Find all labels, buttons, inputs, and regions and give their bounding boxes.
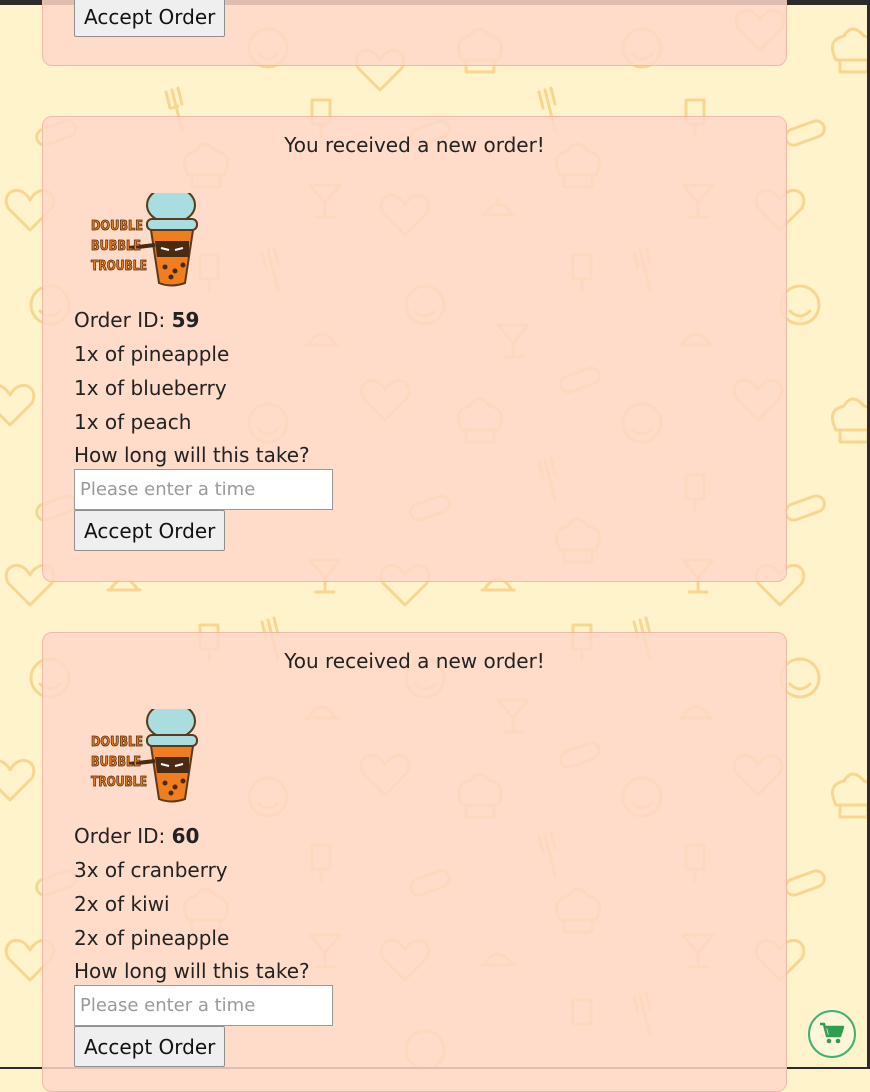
logo-word: TROUBLE: [91, 259, 147, 274]
logo-word: DOUBLE: [91, 219, 143, 234]
logo-word: TROUBLE: [91, 775, 147, 790]
order-id-line: Order ID: 59: [74, 303, 310, 337]
order-card: Accept Order: [42, 0, 787, 66]
order-id-line: Order ID: 60: [74, 819, 310, 853]
order-item: 2x of pineapple: [74, 926, 230, 950]
accept-order-button[interactable]: Accept Order: [74, 0, 226, 37]
double-bubble-trouble-logo: DOUBLE BUBBLE TROUBLE: [91, 709, 198, 803]
order-item: 1x of peach: [74, 410, 192, 434]
new-order-title: You received a new order!: [284, 649, 545, 673]
time-input[interactable]: [74, 469, 333, 510]
double-bubble-trouble-logo: DOUBLE BUBBLE TROUBLE: [91, 193, 198, 287]
time-input[interactable]: [74, 985, 333, 1026]
cart-button[interactable]: [808, 1010, 856, 1058]
order-card: You received a new order! DOUBLE BUBBLE …: [42, 116, 787, 582]
accept-order-button[interactable]: Accept Order: [74, 510, 226, 551]
time-question: How long will this take?: [74, 443, 310, 467]
order-id-value: 59: [171, 308, 200, 332]
accept-order-button[interactable]: Accept Order: [74, 1026, 226, 1067]
logo-word: BUBBLE: [91, 755, 141, 770]
order-id-label: Order ID:: [74, 824, 166, 848]
cart-icon: [820, 1022, 845, 1044]
time-question: How long will this take?: [74, 959, 310, 983]
order-details: Order ID: 60 3x of cranberry 2x of kiwi …: [74, 819, 310, 987]
order-details: Order ID: 59 1x of pineapple 1x of blueb…: [74, 303, 310, 471]
logo-word: BUBBLE: [91, 239, 141, 254]
order-item: 1x of blueberry: [74, 376, 227, 400]
order-item: 3x of cranberry: [74, 858, 228, 882]
order-card: You received a new order! DOUBLE BUBBLE …: [42, 632, 787, 1092]
order-item: 1x of pineapple: [74, 342, 230, 366]
order-item: 2x of kiwi: [74, 892, 170, 916]
logo-word: DOUBLE: [91, 735, 143, 750]
new-order-title: You received a new order!: [284, 133, 545, 157]
order-id-value: 60: [171, 824, 200, 848]
order-id-label: Order ID:: [74, 308, 166, 332]
